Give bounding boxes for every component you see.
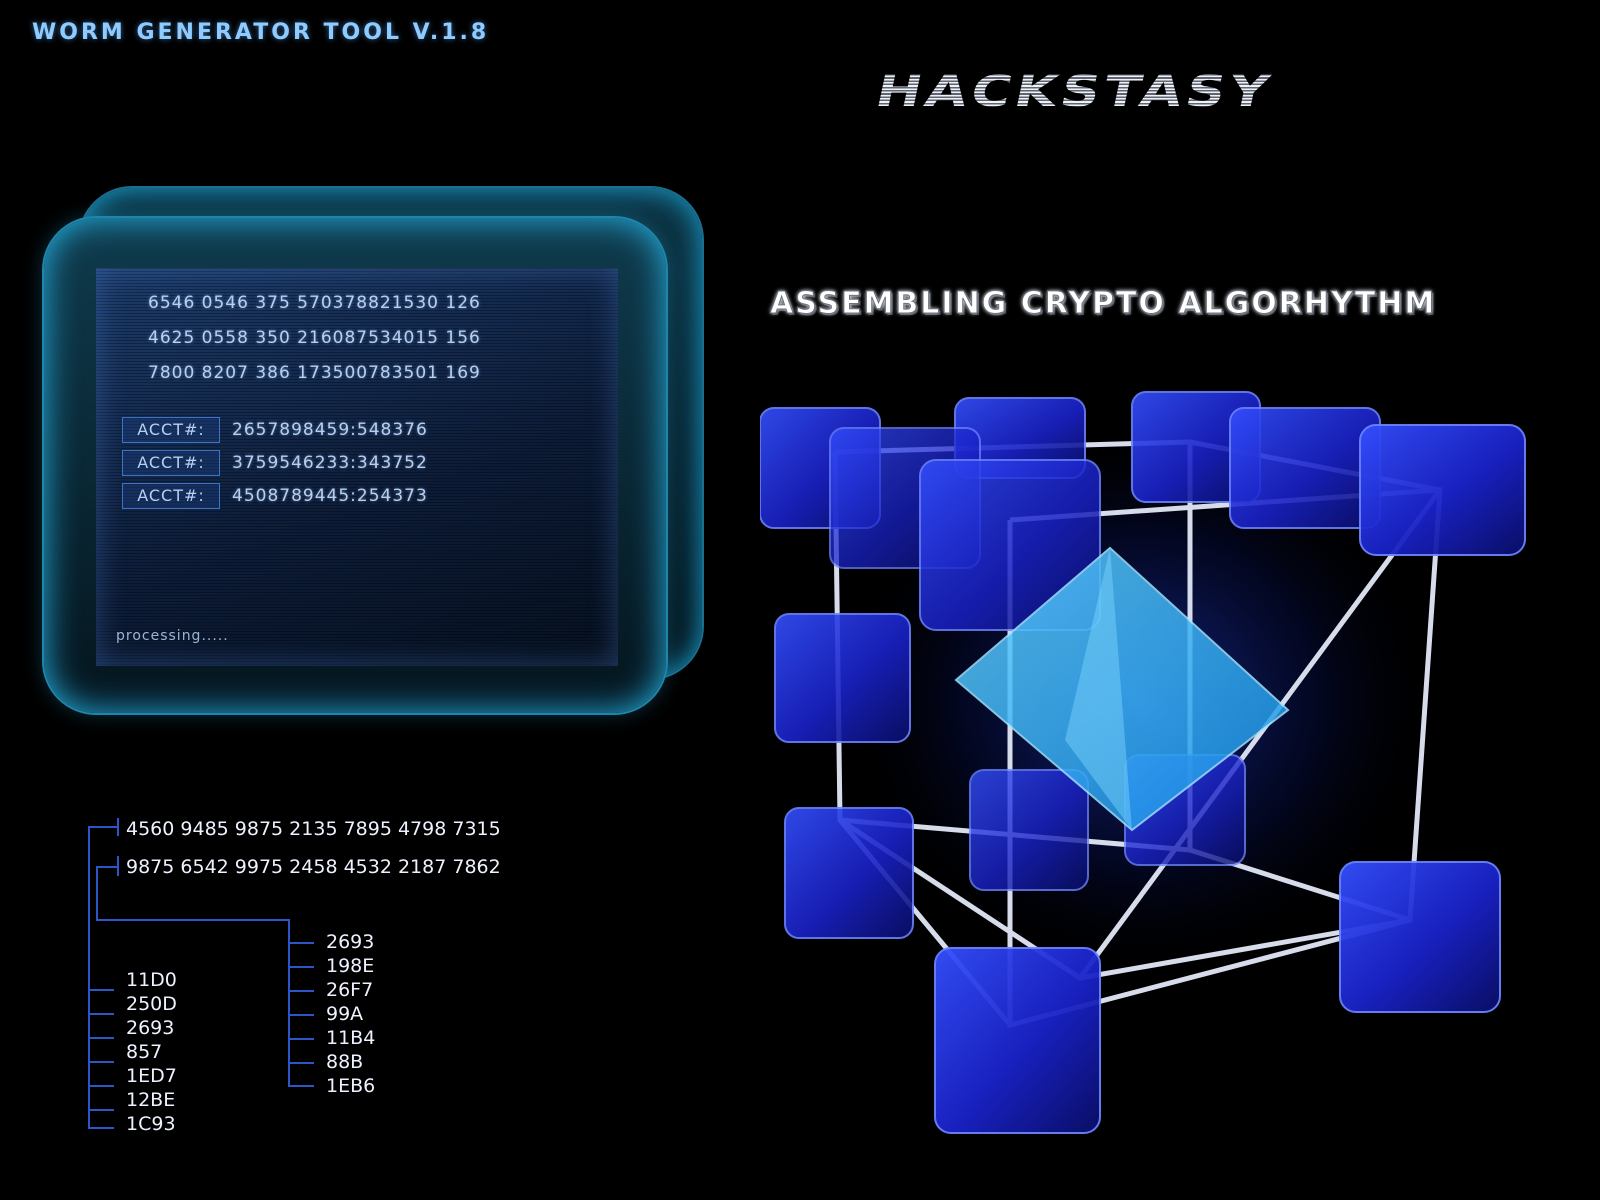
cube-block [1359, 424, 1526, 556]
hex-item: 99A [326, 1003, 364, 1025]
acct-value: 4508789445:254373 [232, 486, 428, 506]
hex-item: 88B [326, 1051, 364, 1073]
tree-connector [88, 826, 118, 828]
status-heading: ASSEMBLING CRYPTO ALGORHYTHM [769, 286, 1437, 322]
tree-connector [117, 856, 119, 876]
tree-tick [88, 1061, 114, 1063]
crypto-cube-scene [760, 391, 1526, 1134]
number-line: 7800 8207 386 173500783501 169 [148, 363, 481, 383]
hex-item: 11D0 [126, 969, 177, 991]
tree-tick [288, 1038, 314, 1040]
hex-item: 2693 [126, 1017, 175, 1039]
acct-label: ACCT#: [122, 483, 220, 509]
tree-tick [88, 1037, 114, 1039]
hex-item: 250D [126, 993, 177, 1015]
tree-trunk-line [88, 826, 90, 1128]
acct-value: 2657898459:548376 [232, 420, 428, 440]
tree-tick [88, 1013, 114, 1015]
cube-block [774, 613, 911, 743]
tree-tick [288, 990, 314, 992]
cube-block [1229, 407, 1381, 529]
tree-tick [88, 1085, 114, 1087]
tree-tick [288, 1014, 314, 1016]
cube-block [969, 769, 1089, 891]
cube-block [934, 947, 1101, 1134]
acct-label: ACCT#: [122, 417, 220, 443]
cube-block [1339, 861, 1501, 1013]
tree-connector [96, 919, 289, 921]
tree-tick [88, 1109, 114, 1111]
tree-tick [288, 966, 314, 968]
hex-item: 12BE [126, 1089, 176, 1111]
tree-tick [88, 989, 114, 991]
cube-block [784, 807, 914, 939]
hex-item: 198E [326, 955, 375, 977]
hex-item: 2693 [326, 931, 375, 953]
tree-branch-line [288, 919, 290, 1086]
hex-item: 1EB6 [326, 1075, 376, 1097]
tree-tick [288, 942, 314, 944]
app-title: WORM GENERATOR TOOL V.1.8 [32, 20, 490, 45]
tree-connector [96, 866, 98, 920]
key-row: 9875 6542 9975 2458 4532 2187 7862 [126, 856, 501, 878]
hex-item: 857 [126, 1041, 163, 1063]
tree-tick [288, 1062, 314, 1064]
tree-tick [88, 1127, 114, 1129]
hex-item: 26F7 [326, 979, 374, 1001]
tree-connector [96, 866, 118, 868]
tree-connector [117, 818, 119, 836]
acct-label: ACCT#: [122, 450, 220, 476]
number-line: 6546 0546 375 570378821530 126 [148, 293, 481, 313]
hex-item: 1C93 [126, 1113, 176, 1135]
number-line: 4625 0558 350 216087534015 156 [148, 328, 481, 348]
acct-value: 3759546233:343752 [232, 453, 428, 473]
tree-tick [288, 1085, 314, 1087]
key-row: 4560 9485 9875 2135 7895 4798 7315 [126, 818, 501, 840]
hex-item: 11B4 [326, 1027, 376, 1049]
processing-status: processing..... [116, 628, 229, 644]
brand-logo: HACKSTASY [871, 66, 1278, 117]
hex-item: 1ED7 [126, 1065, 177, 1087]
